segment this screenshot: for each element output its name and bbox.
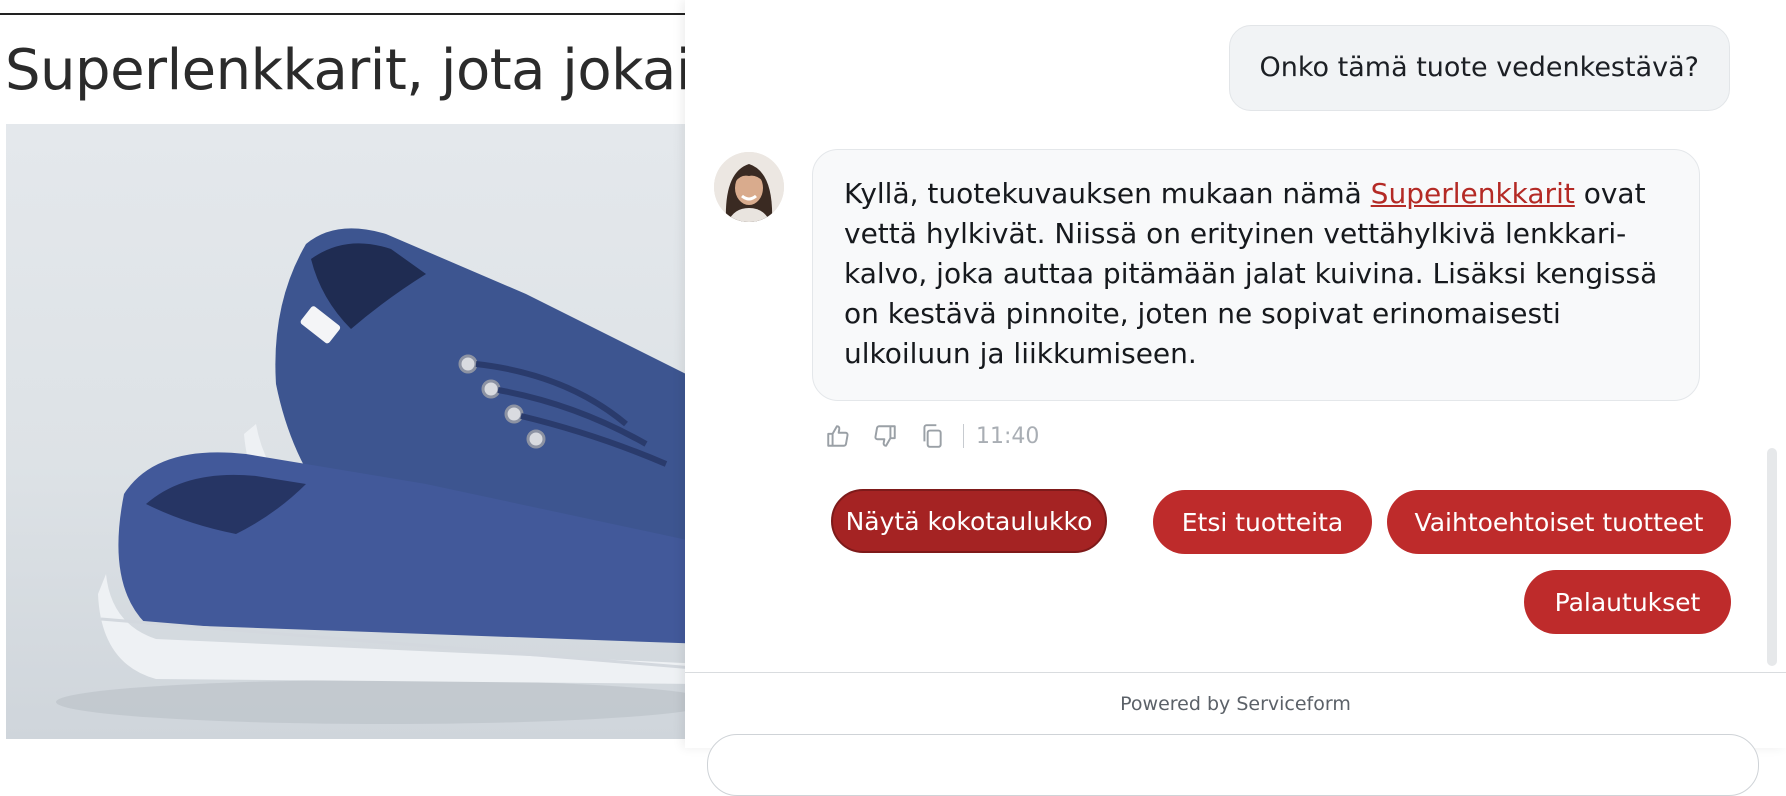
product-link[interactable]: Superlenkkarit — [1371, 177, 1575, 210]
assistant-message-bubble: Kyllä, tuotekuvauksen mukaan nämä Superl… — [812, 149, 1700, 401]
product-image — [6, 124, 686, 739]
footer-divider — [685, 672, 1786, 673]
returns-button[interactable]: Palautukset — [1524, 570, 1731, 634]
product-page: Superlenkkarit, jota jokain — [0, 0, 686, 748]
size-chart-button[interactable]: Näytä kokotaulukko — [831, 489, 1107, 553]
meta-divider — [963, 424, 964, 448]
product-title: Superlenkkarit, jota jokain — [5, 38, 686, 103]
assistant-message-text-start: Kyllä, tuotekuvauksen mukaan nämä — [844, 177, 1371, 210]
chat-panel: Onko tämä tuote vedenkestävä? Kyllä, tuo… — [685, 0, 1786, 796]
header-divider — [0, 13, 686, 15]
thumbs-down-icon[interactable] — [867, 418, 903, 454]
message-timestamp: 11:40 — [976, 423, 1040, 449]
assistant-avatar-image — [714, 152, 784, 222]
thumbs-up-icon[interactable] — [820, 418, 856, 454]
message-actions: 11:40 — [820, 418, 1039, 454]
alternative-products-button[interactable]: Vaihtoehtoiset tuotteet — [1387, 490, 1731, 554]
search-products-button[interactable]: Etsi tuotteita — [1153, 490, 1372, 554]
powered-by-label: Powered by Serviceform — [1120, 693, 1351, 715]
sneakers-illustration — [56, 228, 686, 724]
assistant-avatar — [714, 152, 784, 222]
copy-icon[interactable] — [914, 418, 950, 454]
chat-scrollbar[interactable] — [1767, 448, 1777, 666]
user-message-bubble: Onko tämä tuote vedenkestävä? — [1228, 25, 1730, 111]
message-input[interactable] — [707, 734, 1759, 796]
